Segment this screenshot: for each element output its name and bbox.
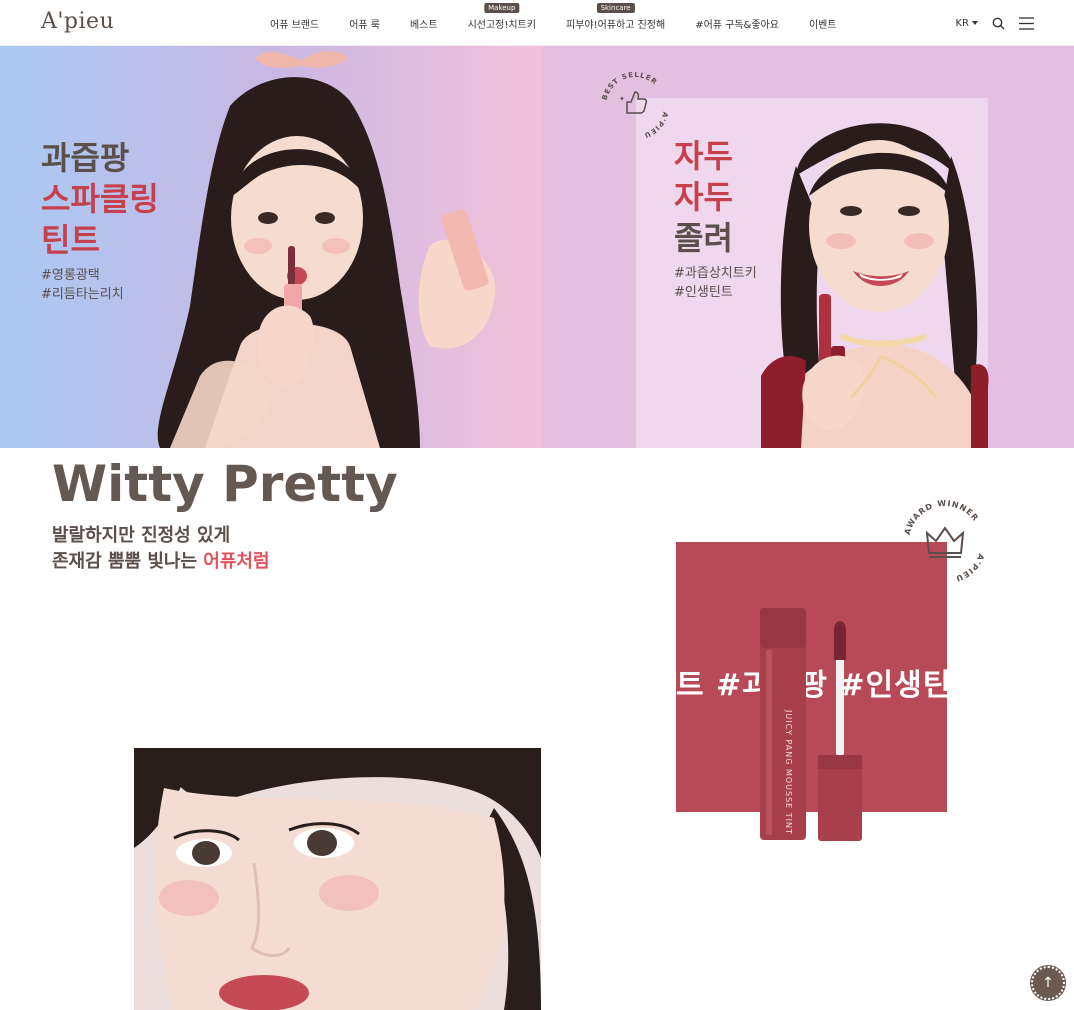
- nav-item-makeup[interactable]: Makeup 시선고정!치트키: [467, 2, 536, 31]
- hero-right-title: 자두 자두 졸려: [674, 136, 733, 259]
- nav-item-subscribe[interactable]: #어퓨 구독&좋아요: [695, 16, 779, 31]
- hero-left-title: 과즙팡 스파클링 틴트: [41, 138, 159, 261]
- hero-left-line3: 틴트: [41, 221, 100, 259]
- hashtag: #인생틴트: [674, 285, 733, 300]
- section-tagline: 발랄하지만 진정성 있게 존재감 뿜뿜 빛나는 어퓨처럼: [52, 523, 270, 575]
- nav-label: 어퓨 브랜드: [270, 19, 320, 31]
- hashtag: #리듬타는리치: [41, 287, 124, 302]
- nav-label: #어퓨 구독&좋아요: [695, 19, 779, 31]
- back-to-top-button[interactable]: ↑: [1031, 966, 1065, 1000]
- hero-banner: 과즙팡 스파클링 틴트 #영롱광택 #리듬타는리치 BEST SELLER A'…: [0, 46, 1074, 448]
- tube-label: JUICY PANG MOUSSE TINT: [784, 709, 793, 835]
- model-closeup-photo[interactable]: [134, 748, 541, 1010]
- nav-tag-makeup: Makeup: [484, 2, 520, 13]
- svg-text:✦: ✦: [619, 95, 625, 103]
- hero-right-hashtags: #과즙상치트키 #인생틴트: [674, 264, 757, 302]
- nav-label: 베스트: [409, 19, 438, 31]
- search-icon[interactable]: [992, 17, 1005, 30]
- svg-text:A'PIEU: A'PIEU: [642, 111, 669, 140]
- section-title: Witty Pretty: [52, 455, 398, 513]
- language-selector[interactable]: KR: [955, 18, 978, 29]
- site-header: A'pieu 어퓨 브랜드 어퓨 룩 베스트 Makeup 시선고정!치트키 Sk…: [0, 0, 1074, 46]
- nav-item-skincare[interactable]: Skincare 피부야!어퓨하고 진정해: [566, 2, 666, 31]
- arrow-up-icon: ↑: [1042, 975, 1054, 991]
- badge-text: AWARD WINNER: [903, 499, 980, 536]
- hero-right-line2: 자두: [674, 178, 733, 216]
- nav-label: 시선고정!치트키: [467, 19, 536, 31]
- nav-label: 이벤트: [808, 19, 837, 31]
- nav-item-best[interactable]: 베스트: [410, 16, 438, 31]
- nav-label: 어퓨 룩: [349, 19, 380, 31]
- nav-item-look[interactable]: 어퓨 룩: [349, 16, 380, 31]
- main-nav: 어퓨 브랜드 어퓨 룩 베스트 Makeup 시선고정!치트키 Skincare 피…: [270, 0, 867, 46]
- badge-text: BEST SELLER: [601, 71, 658, 101]
- model-closeup-image: [134, 748, 541, 1010]
- hero-right-line1: 자두: [674, 137, 733, 175]
- hashtag: #영롱광택: [41, 268, 100, 283]
- hero-left-line2: 스파클링: [41, 180, 159, 218]
- caret-down-icon: [972, 21, 978, 25]
- header-utilities: KR: [955, 0, 1034, 46]
- tagline-text: 존재감 뿜뿜 빛나는: [52, 551, 204, 572]
- best-seller-badge: BEST SELLER A'PIEU ✦: [597, 68, 673, 144]
- svg-text:BEST SELLER: BEST SELLER: [601, 71, 659, 101]
- badge-text: A'PIEU: [642, 111, 668, 140]
- language-label: KR: [955, 17, 969, 29]
- tagline-line1: 발랄하지만 진정성 있게: [52, 525, 231, 546]
- brand-logo[interactable]: A'pieu: [41, 9, 114, 34]
- hero-right-line3: 졸려: [674, 219, 733, 257]
- nav-tag-skincare: Skincare: [596, 2, 635, 13]
- hero-left-line1: 과즙팡: [41, 139, 130, 177]
- nav-item-event[interactable]: 이벤트: [809, 16, 837, 31]
- product-tube-image: JUICY PANG MOUSSE TINT: [760, 608, 862, 841]
- tagline-accent: 어퓨처럼: [203, 551, 270, 572]
- award-winner-badge: AWARD WINNER A'PIEU: [898, 495, 992, 589]
- nav-label: 피부야!어퓨하고 진정해: [566, 19, 666, 31]
- hamburger-menu-icon[interactable]: [1019, 16, 1034, 30]
- hero-slide-left[interactable]: 과즙팡 스파클링 틴트 #영롱광택 #리듬타는리치: [0, 46, 541, 448]
- nav-item-brand[interactable]: 어퓨 브랜드: [270, 16, 319, 31]
- hero-slide-right[interactable]: BEST SELLER A'PIEU ✦ 자두 자두 졸려 #과즙상치트키 #인…: [541, 46, 1074, 448]
- hero-left-hashtags: #영롱광택 #리듬타는리치: [41, 266, 124, 304]
- hashtag: #과즙상치트키: [674, 266, 757, 281]
- tagline-line2: 존재감 뿜뿜 빛나는 어퓨처럼: [52, 549, 270, 575]
- svg-text:AWARD WINNER: AWARD WINNER: [903, 499, 981, 536]
